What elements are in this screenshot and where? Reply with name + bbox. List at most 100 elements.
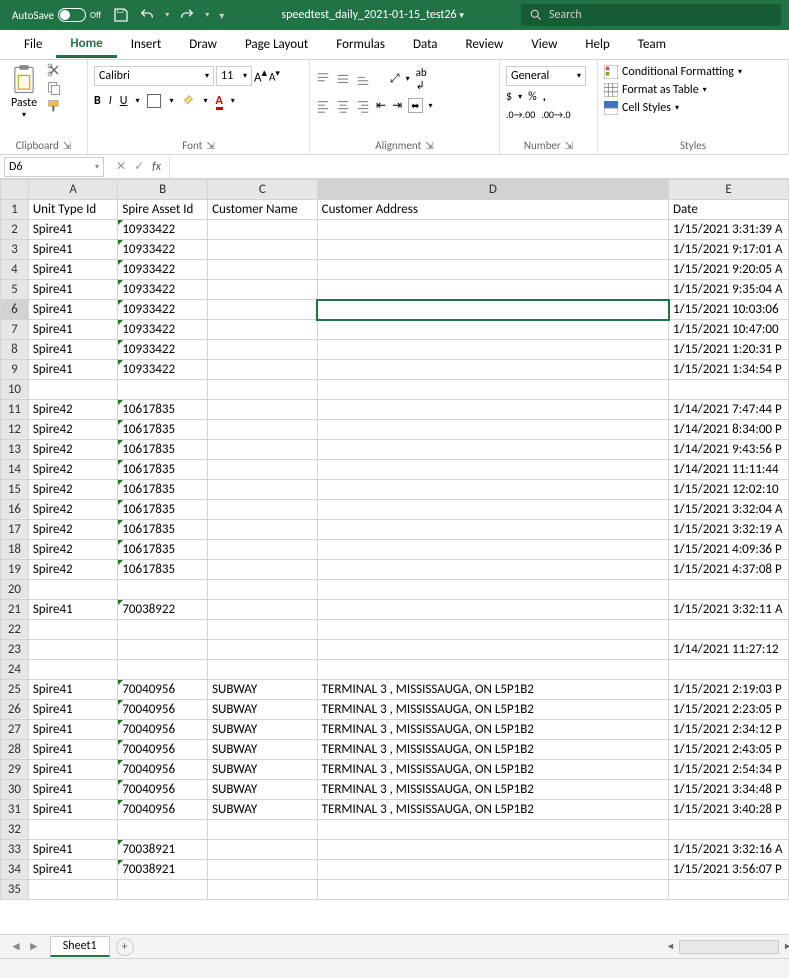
cell[interactable]	[28, 580, 118, 600]
underline-button[interactable]: U	[120, 94, 128, 108]
cell[interactable]: Spire41	[28, 780, 118, 800]
cell[interactable]	[317, 640, 668, 660]
font-name-combo[interactable]: Calibri▾	[94, 66, 214, 86]
row-header[interactable]: 19	[1, 560, 29, 580]
cell[interactable]: SUBWAY	[208, 740, 318, 760]
cell[interactable]: 10933422	[118, 280, 208, 300]
cell[interactable]: Spire42	[28, 440, 118, 460]
cell[interactable]: 1/15/2021 3:34:48 P	[669, 780, 789, 800]
search-box[interactable]: Search	[521, 4, 781, 26]
cell[interactable]: Date	[669, 200, 789, 220]
cell[interactable]: 70040956	[118, 760, 208, 780]
cell[interactable]: 10933422	[118, 220, 208, 240]
cell[interactable]	[28, 640, 118, 660]
row-header[interactable]: 8	[1, 340, 29, 360]
cell[interactable]: Spire41	[28, 320, 118, 340]
cell[interactable]: 1/15/2021 10:47:00	[669, 320, 789, 340]
increase-font-icon[interactable]: A▴	[254, 66, 267, 85]
row-header[interactable]: 4	[1, 260, 29, 280]
cell[interactable]: Spire42	[28, 520, 118, 540]
cell[interactable]: Spire42	[28, 540, 118, 560]
cell[interactable]	[208, 500, 318, 520]
merge-center-button[interactable]: ⬌	[408, 98, 422, 113]
cell[interactable]	[317, 360, 668, 380]
cell[interactable]: Spire Asset Id	[118, 200, 208, 220]
row-header[interactable]: 35	[1, 880, 29, 900]
increase-indent-icon[interactable]: ⇥	[392, 98, 402, 113]
cell[interactable]	[208, 460, 318, 480]
cell[interactable]: 1/15/2021 3:31:39 A	[669, 220, 789, 240]
autosave-toggle[interactable]: AutoSave Off	[12, 8, 101, 22]
cell[interactable]: 70040956	[118, 780, 208, 800]
cell[interactable]	[208, 260, 318, 280]
cell[interactable]: 10617835	[118, 400, 208, 420]
cell[interactable]	[317, 220, 668, 240]
cell[interactable]: Spire42	[28, 460, 118, 480]
launcher-icon[interactable]: ⇲	[565, 139, 573, 152]
sheet-tab-sheet1[interactable]: Sheet1	[50, 936, 110, 957]
cut-icon[interactable]	[46, 62, 62, 78]
cell[interactable]	[317, 880, 668, 900]
cell[interactable]	[669, 880, 789, 900]
cell[interactable]	[208, 320, 318, 340]
cell-styles-button[interactable]: Cell Styles▾	[604, 100, 679, 116]
cell[interactable]: Customer Name	[208, 200, 318, 220]
cell[interactable]: 1/15/2021 12:02:10	[669, 480, 789, 500]
row-header[interactable]: 28	[1, 740, 29, 760]
cell[interactable]	[317, 540, 668, 560]
cell[interactable]: 10933422	[118, 240, 208, 260]
cell[interactable]: SUBWAY	[208, 700, 318, 720]
cell[interactable]	[317, 820, 668, 840]
cell[interactable]: 1/14/2021 7:47:44 P	[669, 400, 789, 420]
row-header[interactable]: 30	[1, 780, 29, 800]
menu-insert[interactable]: Insert	[117, 33, 176, 56]
cell[interactable]: 70040956	[118, 700, 208, 720]
decrease-font-icon[interactable]: A▾	[269, 68, 280, 84]
cell[interactable]: 1/15/2021 9:20:05 A	[669, 260, 789, 280]
cell[interactable]	[28, 660, 118, 680]
cell[interactable]: Spire42	[28, 480, 118, 500]
name-box[interactable]: D6▾	[4, 157, 104, 177]
cell[interactable]	[208, 240, 318, 260]
cell[interactable]	[208, 380, 318, 400]
align-right-icon[interactable]	[356, 99, 370, 113]
cell[interactable]: TERMINAL 3 , MISSISSAUGA, ON L5P1B2	[317, 760, 668, 780]
cell[interactable]	[317, 660, 668, 680]
cell[interactable]: Spire41	[28, 340, 118, 360]
cell[interactable]: 1/14/2021 11:11:44	[669, 460, 789, 480]
cell[interactable]: 70038921	[118, 840, 208, 860]
align-middle-icon[interactable]	[336, 72, 350, 86]
cell[interactable]: 1/15/2021 3:32:19 A	[669, 520, 789, 540]
toggle-switch[interactable]	[58, 8, 86, 22]
border-button[interactable]	[147, 94, 161, 108]
row-header[interactable]: 34	[1, 860, 29, 880]
cell[interactable]: 10617835	[118, 540, 208, 560]
number-format-combo[interactable]: General▾	[506, 66, 586, 86]
cell[interactable]: 10617835	[118, 440, 208, 460]
cell[interactable]	[317, 240, 668, 260]
wrap-text-button[interactable]: ab↲	[416, 66, 427, 92]
cell[interactable]: Spire41	[28, 700, 118, 720]
cell[interactable]: Spire41	[28, 220, 118, 240]
tab-next-icon[interactable]: ►	[28, 939, 40, 954]
menu-help[interactable]: Help	[571, 33, 623, 56]
cell[interactable]: 70040956	[118, 680, 208, 700]
row-header[interactable]: 13	[1, 440, 29, 460]
cell[interactable]	[317, 380, 668, 400]
cell[interactable]: Spire41	[28, 300, 118, 320]
cell[interactable]	[118, 660, 208, 680]
redo-icon[interactable]	[179, 7, 195, 23]
row-header[interactable]: 3	[1, 240, 29, 260]
cell[interactable]: 1/15/2021 9:35:04 A	[669, 280, 789, 300]
row-header[interactable]: 12	[1, 420, 29, 440]
menu-review[interactable]: Review	[452, 33, 518, 56]
row-header[interactable]: 1	[1, 200, 29, 220]
cell[interactable]: 10933422	[118, 260, 208, 280]
cell[interactable]	[208, 220, 318, 240]
cell[interactable]: 1/15/2021 1:20:31 P	[669, 340, 789, 360]
col-header-D[interactable]: D	[317, 180, 668, 200]
cell[interactable]: SUBWAY	[208, 780, 318, 800]
cell[interactable]: 1/15/2021 3:56:07 P	[669, 860, 789, 880]
cell[interactable]	[317, 860, 668, 880]
cell[interactable]: 1/15/2021 3:32:04 A	[669, 500, 789, 520]
